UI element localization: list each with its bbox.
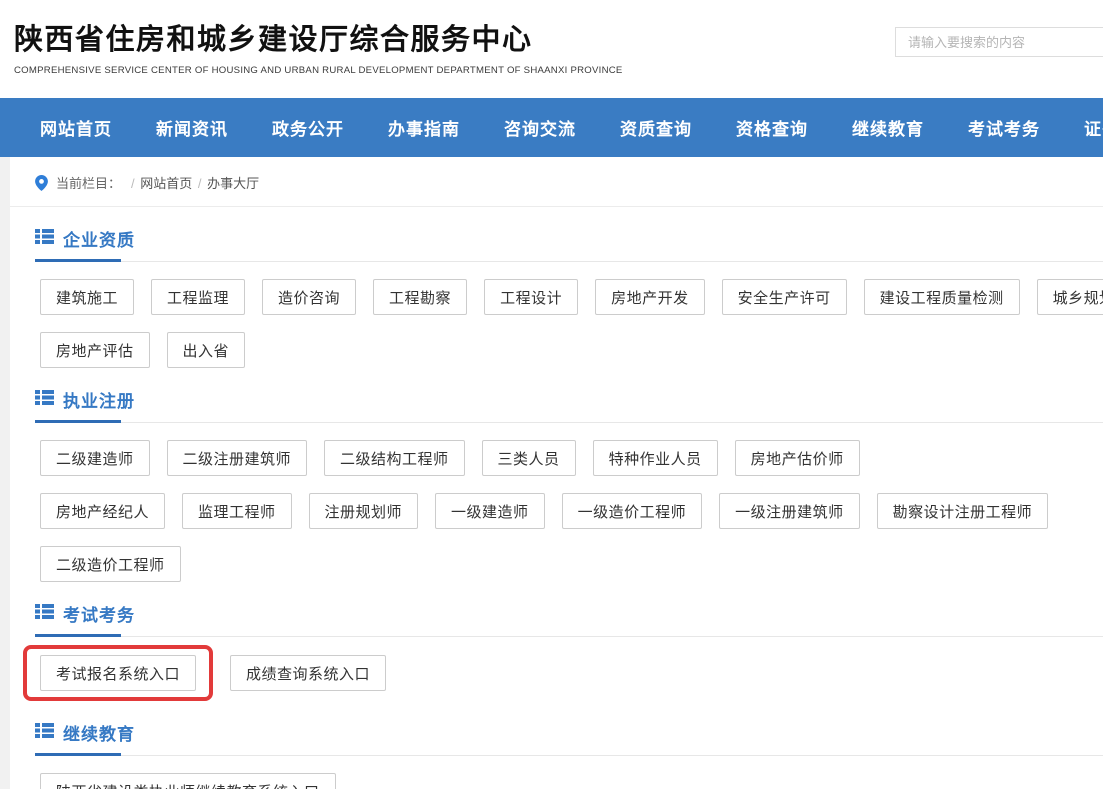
section-继续教育: 继续教育陕西省建设类执业师继续教育系统入口 xyxy=(0,720,1103,789)
section-divider xyxy=(35,259,1103,262)
red-highlight-annotation: 考试报名系统入口 xyxy=(23,645,213,701)
service-button-注册规划师[interactable]: 注册规划师 xyxy=(309,493,419,529)
service-button-一级注册建筑师[interactable]: 一级注册建筑师 xyxy=(719,493,860,529)
button-row: 建筑施工工程监理造价咨询工程勘察工程设计房地产开发安全生产许可建设工程质量检测城… xyxy=(40,279,1103,315)
site-title: 陕西省住房和城乡建设厅综合服务中心 xyxy=(14,16,623,58)
main-nav: 网站首页 新闻资讯 政务公开 办事指南 咨询交流 资质查询 资格查询 继续教育 考试考务 证书查询 xyxy=(0,98,1103,157)
service-button-二级建造师[interactable]: 二级建造师 xyxy=(40,440,150,476)
breadcrumb-items: / 网站首页 / 办事大厅 xyxy=(129,173,259,192)
service-button-房地产评估[interactable]: 房地产评估 xyxy=(40,332,150,368)
breadcrumb-separator: / xyxy=(131,176,138,191)
button-row: 陕西省建设类执业师继续教育系统入口 xyxy=(40,773,1103,789)
section-divider xyxy=(35,634,1103,637)
breadcrumb: 当前栏目： / 网站首页 / 办事大厅 xyxy=(0,157,1103,207)
nav-item-5[interactable]: 咨询交流 xyxy=(504,115,576,140)
button-row: 二级建造师二级注册建筑师二级结构工程师三类人员特种作业人员房地产估价师 xyxy=(40,440,1103,476)
breadcrumb-link[interactable]: 网站首页 xyxy=(140,176,192,191)
site-subtitle: COMPREHENSIVE SERVICE CENTER OF HOUSING … xyxy=(14,65,623,76)
service-button-建设工程质量检测[interactable]: 建设工程质量检测 xyxy=(864,279,1020,315)
section-title: 考试考务 xyxy=(63,601,135,626)
service-button-工程设计[interactable]: 工程设计 xyxy=(484,279,578,315)
service-button-考试报名系统入口[interactable]: 考试报名系统入口 xyxy=(40,655,196,691)
button-row: 房地产评估出入省 xyxy=(40,332,1103,368)
service-button-监理工程师[interactable]: 监理工程师 xyxy=(182,493,292,529)
service-button-出入省[interactable]: 出入省 xyxy=(167,332,246,368)
site-header: 陕西省住房和城乡建设厅综合服务中心 COMPREHENSIVE SERVICE … xyxy=(0,0,1103,98)
service-button-城乡规划[interactable]: 城乡规划 xyxy=(1037,279,1103,315)
section-header: 继续教育 xyxy=(35,720,1103,745)
service-button-房地产估价师[interactable]: 房地产估价师 xyxy=(735,440,860,476)
service-button-陕西省建设类执业师继续教育系统入口[interactable]: 陕西省建设类执业师继续教育系统入口 xyxy=(40,773,336,789)
nav-item-3[interactable]: 政务公开 xyxy=(272,115,344,140)
section-title: 执业注册 xyxy=(63,387,135,412)
nav-item-10[interactable]: 证书查询 xyxy=(1084,115,1103,140)
section-divider xyxy=(35,753,1103,756)
service-button-工程监理[interactable]: 工程监理 xyxy=(151,279,245,315)
button-row: 二级造价工程师 xyxy=(40,546,1103,582)
site-brand: 陕西省住房和城乡建设厅综合服务中心 COMPREHENSIVE SERVICE … xyxy=(14,16,623,76)
page-body: 当前栏目： / 网站首页 / 办事大厅 企业资质建筑施工工程监理造价咨询工程勘察… xyxy=(0,157,1103,789)
nav-item-2[interactable]: 新闻资讯 xyxy=(156,115,228,140)
service-button-二级造价工程师[interactable]: 二级造价工程师 xyxy=(40,546,181,582)
list-icon xyxy=(35,723,54,743)
breadcrumb-label: 当前栏目： xyxy=(56,173,121,192)
search-input[interactable] xyxy=(895,27,1103,57)
section-divider xyxy=(35,420,1103,423)
section-header: 企业资质 xyxy=(35,226,1103,251)
sections-container: 企业资质建筑施工工程监理造价咨询工程勘察工程设计房地产开发安全生产许可建设工程质… xyxy=(0,226,1103,789)
section-企业资质: 企业资质建筑施工工程监理造价咨询工程勘察工程设计房地产开发安全生产许可建设工程质… xyxy=(0,226,1103,368)
section-title: 继续教育 xyxy=(63,720,135,745)
page-left-gutter xyxy=(0,157,10,789)
service-button-建筑施工[interactable]: 建筑施工 xyxy=(40,279,134,315)
service-button-安全生产许可[interactable]: 安全生产许可 xyxy=(722,279,847,315)
breadcrumb-link[interactable]: 办事大厅 xyxy=(207,176,259,191)
service-button-房地产经纪人[interactable]: 房地产经纪人 xyxy=(40,493,165,529)
service-button-成绩查询系统入口[interactable]: 成绩查询系统入口 xyxy=(230,655,386,691)
location-pin-icon xyxy=(35,175,48,191)
service-button-房地产开发[interactable]: 房地产开发 xyxy=(595,279,705,315)
service-button-工程勘察[interactable]: 工程勘察 xyxy=(373,279,467,315)
service-button-三类人员[interactable]: 三类人员 xyxy=(482,440,576,476)
nav-item-8[interactable]: 继续教育 xyxy=(852,115,924,140)
nav-item-6[interactable]: 资质查询 xyxy=(620,115,692,140)
service-button-一级造价工程师[interactable]: 一级造价工程师 xyxy=(562,493,703,529)
button-row: 考试报名系统入口成绩查询系统入口 xyxy=(40,645,1103,701)
service-button-特种作业人员[interactable]: 特种作业人员 xyxy=(593,440,718,476)
section-header: 执业注册 xyxy=(35,387,1103,412)
service-button-造价咨询[interactable]: 造价咨询 xyxy=(262,279,356,315)
breadcrumb-separator: / xyxy=(194,176,205,191)
service-button-一级建造师[interactable]: 一级建造师 xyxy=(435,493,545,529)
nav-item-4[interactable]: 办事指南 xyxy=(388,115,460,140)
list-icon xyxy=(35,229,54,249)
service-button-二级注册建筑师[interactable]: 二级注册建筑师 xyxy=(167,440,308,476)
section-header: 考试考务 xyxy=(35,601,1103,626)
section-考试考务: 考试考务考试报名系统入口成绩查询系统入口 xyxy=(0,601,1103,701)
nav-item-9[interactable]: 考试考务 xyxy=(968,115,1040,140)
nav-item-1[interactable]: 网站首页 xyxy=(40,115,112,140)
list-icon xyxy=(35,604,54,624)
list-icon xyxy=(35,390,54,410)
section-title: 企业资质 xyxy=(63,226,135,251)
service-button-二级结构工程师[interactable]: 二级结构工程师 xyxy=(324,440,465,476)
button-row: 房地产经纪人监理工程师注册规划师一级建造师一级造价工程师一级注册建筑师勘察设计注… xyxy=(40,493,1103,529)
section-执业注册: 执业注册二级建造师二级注册建筑师二级结构工程师三类人员特种作业人员房地产估价师房… xyxy=(0,387,1103,582)
nav-item-7[interactable]: 资格查询 xyxy=(736,115,808,140)
service-button-勘察设计注册工程师[interactable]: 勘察设计注册工程师 xyxy=(877,493,1049,529)
